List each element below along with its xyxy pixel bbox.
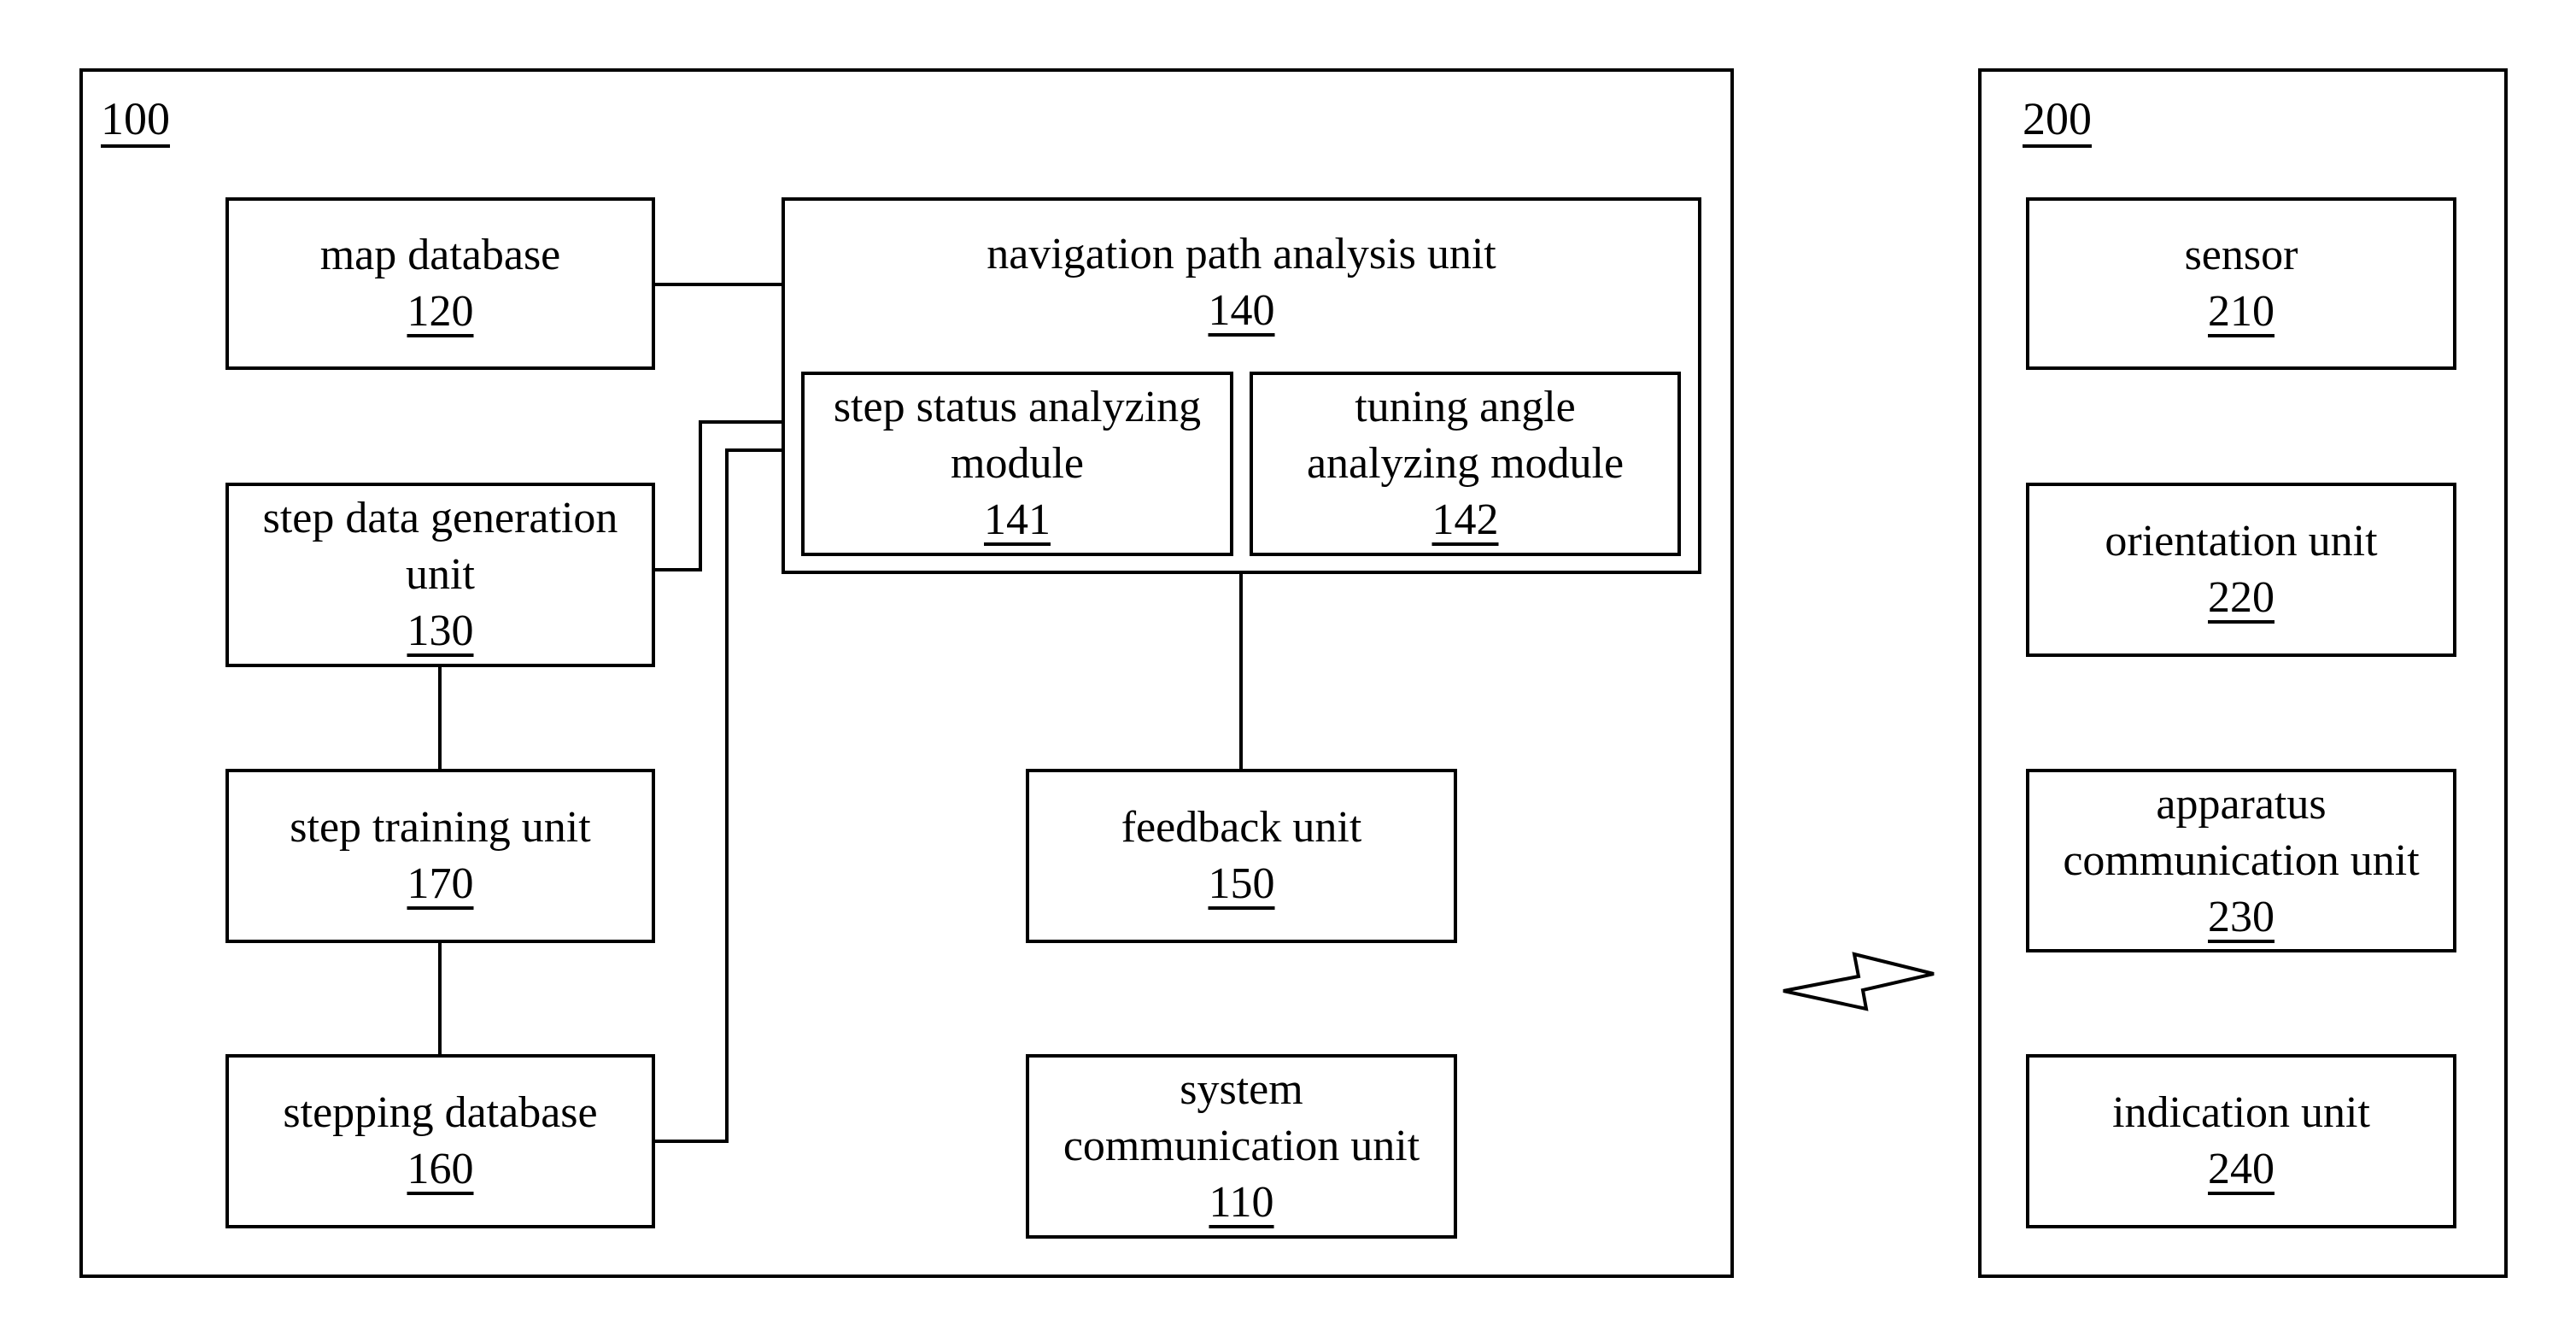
unit-number: 170 (407, 859, 474, 908)
unit-label: apparatus communication unit (2063, 779, 2420, 885)
apparatus-communication-unit-box: apparatus communication unit 230 (2026, 769, 2456, 952)
unit-label: feedback unit (1121, 803, 1362, 852)
map-database-box: map database 120 (225, 197, 655, 370)
connector-160-140 (655, 448, 782, 1143)
sensor-box: sensor 210 (2026, 197, 2456, 370)
lightning-bidirectional-arrow-icon (1783, 952, 1935, 1011)
unit-number: 160 (407, 1145, 474, 1193)
unit-label: step training unit (290, 803, 591, 852)
unit-label: orientation unit (2105, 517, 2378, 566)
unit-number: 210 (2208, 287, 2274, 336)
system-communication-unit-box: system communication unit 110 (1026, 1054, 1457, 1239)
unit-number: 110 (1209, 1178, 1274, 1227)
unit-label: step data generation unit (262, 494, 618, 599)
step-training-unit-box: step training unit 170 (225, 769, 655, 943)
unit-number: 220 (2208, 573, 2274, 622)
unit-number: 240 (2208, 1145, 2274, 1193)
unit-number: 142 (1431, 495, 1499, 544)
unit-number: 120 (407, 287, 474, 336)
unit-label: sensor (2184, 231, 2298, 279)
unit-label: tuning angle analyzing module (1306, 383, 1625, 488)
unit-label: stepping database (283, 1088, 598, 1137)
feedback-unit-box: feedback unit 150 (1026, 769, 1457, 943)
unit-label: system communication unit (1063, 1065, 1420, 1170)
tuning-angle-analyzing-module-box: tuning angle analyzing module 142 (1250, 372, 1681, 556)
unit-number: 230 (2208, 892, 2274, 941)
unit-number: 141 (984, 495, 1051, 544)
unit-number: 130 (407, 607, 474, 655)
connector-130-140 (655, 420, 782, 571)
unit-number: 140 (1208, 286, 1275, 335)
step-data-generation-unit-box: step data generation unit 130 (225, 483, 655, 667)
step-status-analyzing-module-box: step status analyzing module 141 (801, 372, 1233, 556)
unit-label: indication unit (2112, 1088, 2370, 1137)
unit-label: map database (319, 231, 561, 279)
unit-label: navigation path analysis unit (986, 230, 1496, 278)
stepping-database-box: stepping database 160 (225, 1054, 655, 1228)
orientation-unit-box: orientation unit 220 (2026, 483, 2456, 657)
indication-unit-box: indication unit 240 (2026, 1054, 2456, 1228)
unit-label: step status analyzing module (833, 383, 1202, 488)
unit-number: 150 (1208, 859, 1275, 908)
